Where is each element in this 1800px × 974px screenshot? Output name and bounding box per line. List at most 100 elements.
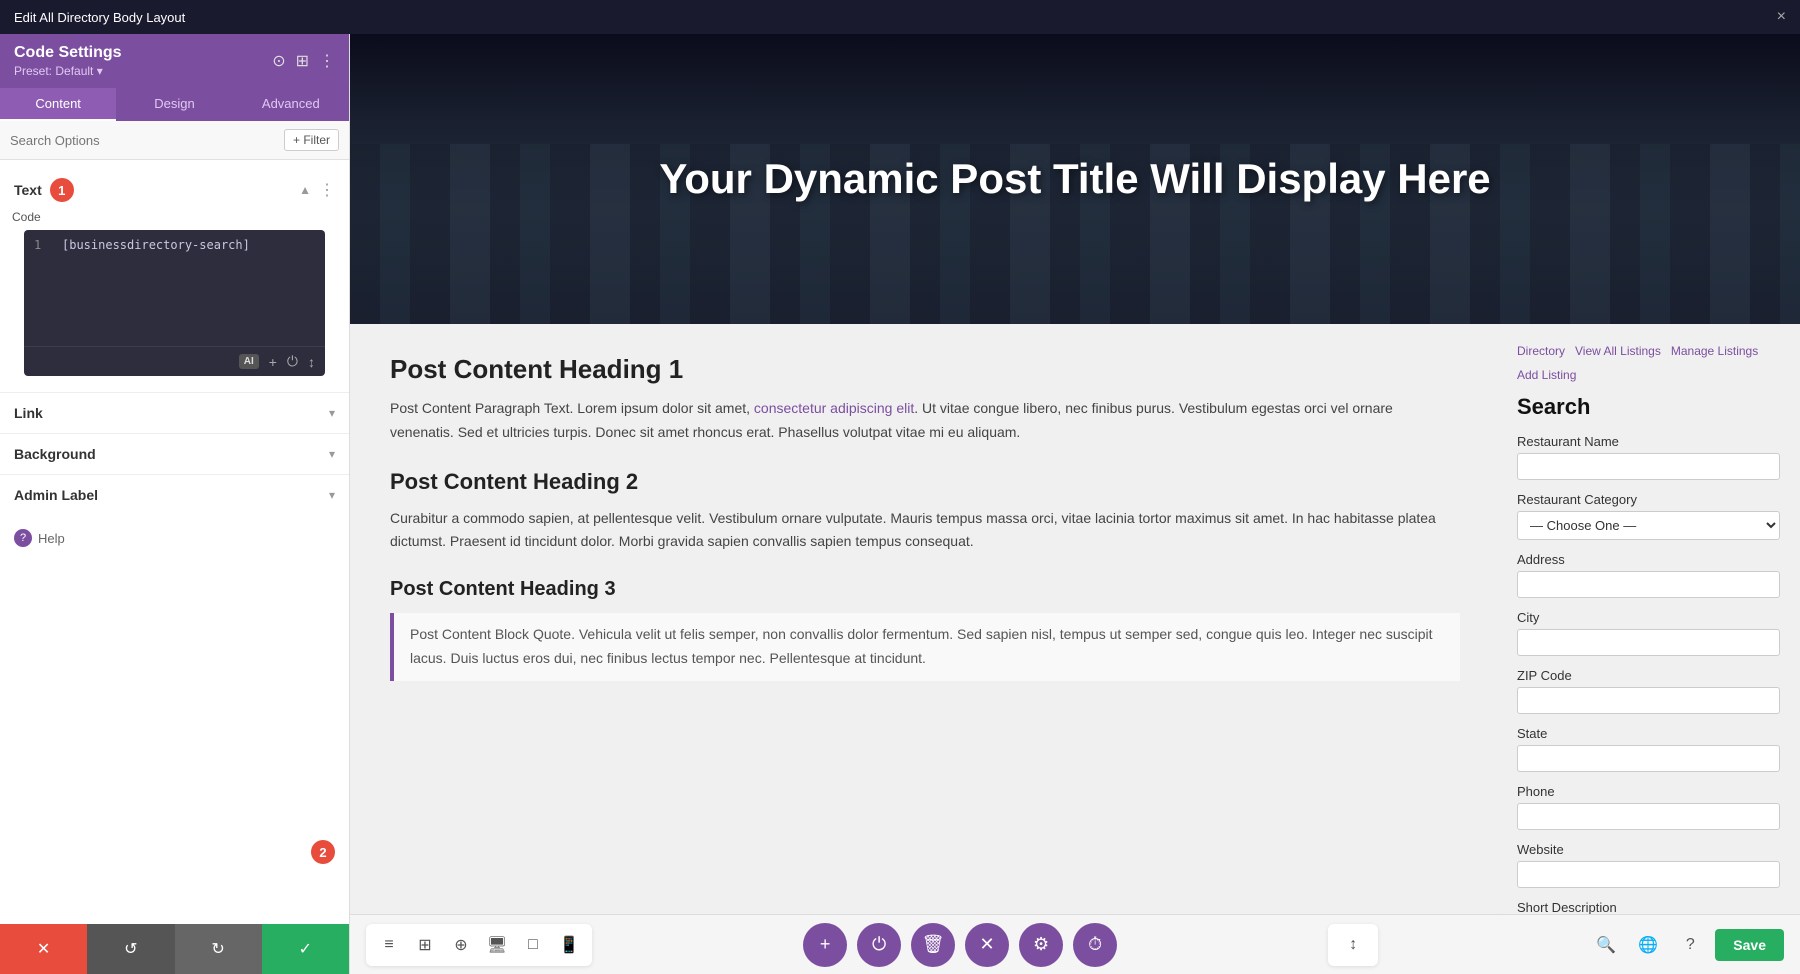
sidebar-content: Text 1 ▲ ⋮ Code 1 [businessdirectory-sea… <box>0 160 349 924</box>
toolbar-grid-icon[interactable]: ⊞ <box>408 928 442 962</box>
post-paragraph-1: Post Content Paragraph Text. Lorem ipsum… <box>390 397 1460 445</box>
search-options-bar: + Filter <box>0 121 349 160</box>
floating-toolbar-bar: ≡ ⊞ ⊕ 🖥 □ 📱 + ⏻ 🗑 ✕ ⚙ ⏱ ↕ � <box>350 914 1800 974</box>
search-options-input[interactable] <box>10 133 284 148</box>
background-section-header[interactable]: Background ▾ <box>0 434 349 474</box>
label-restaurant-name: Restaurant Name <box>1517 434 1780 449</box>
filter-button[interactable]: + Filter <box>284 129 339 151</box>
save-button[interactable]: Save <box>1715 929 1784 961</box>
help-label[interactable]: Help <box>38 531 65 546</box>
help-bottom-icon[interactable]: ? <box>1673 928 1707 962</box>
nav-directory[interactable]: Directory <box>1517 344 1565 358</box>
nav-view-all[interactable]: View All Listings <box>1575 344 1661 358</box>
target-icon[interactable]: ⊙ <box>272 51 285 71</box>
label-website: Website <box>1517 842 1780 857</box>
label-city: City <box>1517 610 1780 625</box>
post-link[interactable]: consectetur adipiscing elit <box>754 400 914 416</box>
field-website: Website <box>1517 842 1780 888</box>
add-icon[interactable]: + <box>269 354 277 370</box>
tab-content[interactable]: Content <box>0 88 116 121</box>
more-icon[interactable]: ⋮ <box>319 51 335 71</box>
power-circle-button[interactable]: ⏻ <box>857 923 901 967</box>
toolbar-menu-icon[interactable]: ≡ <box>372 928 406 962</box>
toolbar-desktop-icon[interactable]: 🖥 <box>480 928 514 962</box>
field-short-description: Short Description <box>1517 900 1780 914</box>
admin-label-section-header[interactable]: Admin Label ▾ <box>0 475 349 515</box>
toolbar-right-icons: ↕ <box>1328 924 1378 966</box>
input-website[interactable] <box>1517 861 1780 888</box>
label-zip: ZIP Code <box>1517 668 1780 683</box>
toolbar-tablet-icon[interactable]: □ <box>516 928 550 962</box>
toolbar-circle-buttons: + ⏻ 🗑 ✕ ⚙ ⏱ <box>803 923 1117 967</box>
code-editor[interactable]: 1 [businessdirectory-search] AI + ⏻ ↕ <box>24 230 325 376</box>
undo-button[interactable]: ↺ <box>87 924 174 974</box>
input-phone[interactable] <box>1517 803 1780 830</box>
label-phone: Phone <box>1517 784 1780 799</box>
redo-button[interactable]: ↻ <box>175 924 262 974</box>
tab-advanced[interactable]: Advanced <box>233 88 349 121</box>
input-restaurant-name[interactable] <box>1517 453 1780 480</box>
confirm-button[interactable]: ✓ <box>262 924 349 974</box>
sidebar-bottom-actions: ✕ ↺ ↻ ✓ <box>0 924 349 974</box>
main-content: Your Dynamic Post Title Will Display Her… <box>350 34 1800 974</box>
toolbar-left-icons: ≡ ⊞ ⊕ 🖥 □ 📱 <box>366 924 592 966</box>
input-zip[interactable] <box>1517 687 1780 714</box>
sidebar: Code Settings Preset: Default ▾ ⊙ ⊞ ⋮ Co… <box>0 34 350 974</box>
close-icon[interactable]: × <box>1777 8 1786 26</box>
link-section-header[interactable]: Link ▾ <box>0 393 349 433</box>
post-heading-2: Post Content Heading 2 <box>390 469 1460 495</box>
input-city[interactable] <box>1517 629 1780 656</box>
background-section: Background ▾ <box>0 433 349 474</box>
section-more-icon[interactable]: ⋮ <box>319 180 335 200</box>
nav-manage[interactable]: Manage Listings <box>1671 344 1758 358</box>
cancel-button[interactable]: ✕ <box>0 924 87 974</box>
select-restaurant-category[interactable]: — Choose One — <box>1517 511 1780 540</box>
search-bottom-icon[interactable]: 🔍 <box>1589 928 1623 962</box>
clock-circle-button[interactable]: ⏱ <box>1073 923 1117 967</box>
main-layout: Code Settings Preset: Default ▾ ⊙ ⊞ ⋮ Co… <box>0 34 1800 974</box>
sort-right-icon[interactable]: ↕ <box>1336 928 1370 962</box>
post-paragraph-2: Curabitur a commodo sapien, at pellentes… <box>390 507 1460 555</box>
help-icon[interactable]: ? <box>14 529 32 547</box>
add-circle-button[interactable]: + <box>803 923 847 967</box>
toolbar-cursor-icon[interactable]: ⊕ <box>444 928 478 962</box>
line-number: 1 <box>34 238 50 252</box>
settings-circle-button[interactable]: ⚙ <box>1019 923 1063 967</box>
label-address: Address <box>1517 552 1780 567</box>
field-restaurant-category: Restaurant Category — Choose One — <box>1517 492 1780 540</box>
search-sidebar: Directory View All Listings Manage Listi… <box>1500 324 1800 914</box>
sidebar-tabs: Content Design Advanced <box>0 88 349 121</box>
text-section: Text 1 ▲ ⋮ Code 1 [businessdirectory-sea… <box>0 170 349 392</box>
globe-bottom-icon[interactable]: 🌐 <box>1631 928 1665 962</box>
sort-icon[interactable]: ↕ <box>308 354 315 370</box>
text-section-header[interactable]: Text 1 ▲ ⋮ <box>0 170 349 210</box>
admin-label-section: Admin Label ▾ <box>0 474 349 515</box>
nav-add-listing[interactable]: Add Listing <box>1517 368 1576 382</box>
sidebar-header: Code Settings Preset: Default ▾ ⊙ ⊞ ⋮ <box>0 34 349 88</box>
toolbar-mobile-icon[interactable]: 📱 <box>552 928 586 962</box>
field-address: Address <box>1517 552 1780 598</box>
hero-banner: Your Dynamic Post Title Will Display Her… <box>350 34 1800 324</box>
search-form-title: Search <box>1517 394 1780 420</box>
admin-label-chevron-icon: ▾ <box>329 488 335 502</box>
post-heading-1: Post Content Heading 1 <box>390 354 1460 385</box>
title-bar: Edit All Directory Body Layout × <box>0 0 1800 34</box>
code-settings-title: Code Settings <box>14 44 122 62</box>
input-address[interactable] <box>1517 571 1780 598</box>
tab-design[interactable]: Design <box>116 88 232 121</box>
columns-icon[interactable]: ⊞ <box>296 51 309 71</box>
preset-label: Preset: Default ▾ <box>14 64 122 78</box>
label-short-description: Short Description <box>1517 900 1780 914</box>
post-heading-3: Post Content Heading 3 <box>390 578 1460 601</box>
field-state: State <box>1517 726 1780 772</box>
content-below-hero: Post Content Heading 1 Post Content Para… <box>350 324 1800 914</box>
label-state: State <box>1517 726 1780 741</box>
close-circle-button[interactable]: ✕ <box>965 923 1009 967</box>
search-nav: Directory View All Listings Manage Listi… <box>1517 344 1780 382</box>
help-area: ? Help <box>0 515 349 561</box>
trash-circle-button[interactable]: 🗑 <box>911 923 955 967</box>
input-state[interactable] <box>1517 745 1780 772</box>
chevron-up-icon[interactable]: ▲ <box>299 183 311 197</box>
power-icon[interactable]: ⏻ <box>287 353 298 370</box>
field-phone: Phone <box>1517 784 1780 830</box>
